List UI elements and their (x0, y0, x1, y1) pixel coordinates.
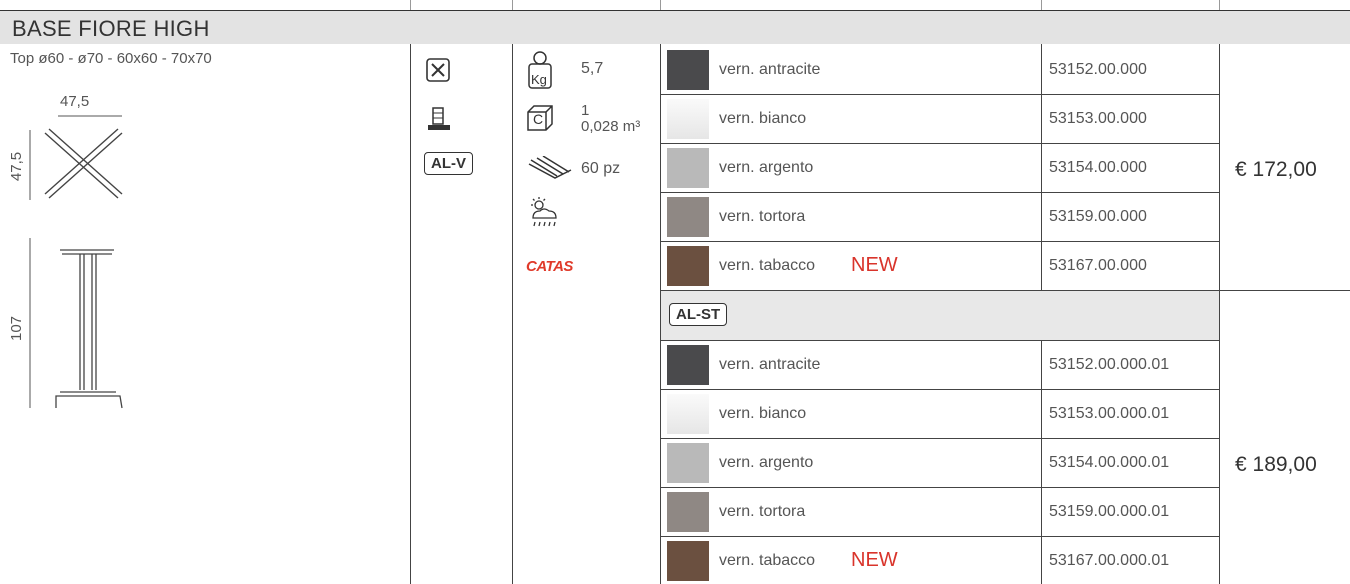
dim-depth: 47,5 (8, 151, 26, 182)
new-badge: NEW (851, 549, 898, 571)
row-divider (661, 340, 1219, 341)
product-code: 53152.00.000 (1049, 61, 1147, 78)
weight-unit: Kg (531, 72, 547, 87)
product-code: 53167.00.000 (1049, 257, 1147, 274)
finish-name: vern. tabacco (719, 552, 816, 569)
alst-band (661, 291, 1219, 340)
row-divider (661, 192, 1219, 193)
column-tick (1041, 0, 1042, 10)
column-divider (512, 44, 513, 584)
product-code: 53167.00.000.01 (1049, 552, 1170, 569)
swatch-argento (667, 148, 709, 188)
assembly-tool-icon (426, 58, 450, 82)
finish-name: vern. tortora (719, 208, 806, 225)
dim-width: 47,5 (60, 93, 90, 110)
pack-quantity: 1 (581, 102, 590, 119)
column-tick (1219, 0, 1220, 10)
page-title: BASE FIORE HIGH (12, 16, 210, 41)
column-divider (1219, 44, 1220, 584)
finish-name: vern. tabacco (719, 257, 816, 274)
weather-icon (531, 197, 557, 227)
price-alst: € 189,00 (1235, 453, 1317, 476)
swatch-bianco (667, 394, 709, 434)
finish-name: vern. argento (719, 454, 814, 471)
finish-name: vern. bianco (719, 405, 807, 422)
badge-alv: AL-V (424, 152, 473, 175)
weight-value: 5,7 (581, 60, 604, 77)
product-code: 53159.00.000.01 (1049, 503, 1170, 520)
row-divider (661, 438, 1219, 439)
row-divider (661, 389, 1219, 390)
pallet-icon (528, 156, 572, 179)
pallet-quantity: 60 pz (581, 160, 621, 177)
product-code: 53154.00.000.01 (1049, 454, 1170, 471)
row-divider (661, 487, 1219, 488)
swatch-bianco (667, 99, 709, 139)
new-badge: NEW (851, 254, 898, 276)
package-letter: C (533, 111, 544, 127)
finish-name: vern. tortora (719, 503, 806, 520)
swatch-antracite (667, 345, 709, 385)
base-drawing (29, 115, 123, 409)
row-divider (661, 241, 1219, 242)
swatch-antracite (667, 50, 709, 90)
catas-logo: CATAS (526, 258, 573, 275)
swatch-tortora (667, 492, 709, 532)
column-tick (410, 0, 411, 10)
finish-name: vern. antracite (719, 356, 821, 373)
product-code: 53154.00.000 (1049, 159, 1147, 176)
product-code: 53159.00.000 (1049, 208, 1147, 225)
row-divider (661, 536, 1219, 537)
swatch-tabacco (667, 541, 709, 581)
product-code: 53153.00.000.01 (1049, 405, 1170, 422)
top-sizes: Top ø60 - ø70 - 60x60 - 70x70 (10, 50, 212, 67)
row-divider (661, 94, 1219, 95)
dim-height: 107 (8, 315, 26, 342)
column-divider (410, 44, 411, 584)
table-base-icon (428, 107, 450, 130)
swatch-tabacco (667, 246, 709, 286)
finish-name: vern. argento (719, 159, 814, 176)
product-code: 53153.00.000 (1049, 110, 1147, 127)
row-divider (661, 143, 1219, 144)
column-tick (660, 0, 661, 10)
column-tick (512, 0, 513, 10)
finish-name: vern. antracite (719, 61, 821, 78)
pack-volume: 0,028 m³ (581, 118, 641, 135)
price-alv: € 172,00 (1235, 158, 1317, 181)
product-code: 53152.00.000.01 (1049, 356, 1170, 373)
badge-alst: AL-ST (669, 303, 728, 326)
swatch-argento (667, 443, 709, 483)
swatch-tortora (667, 197, 709, 237)
finish-name: vern. bianco (719, 110, 807, 127)
